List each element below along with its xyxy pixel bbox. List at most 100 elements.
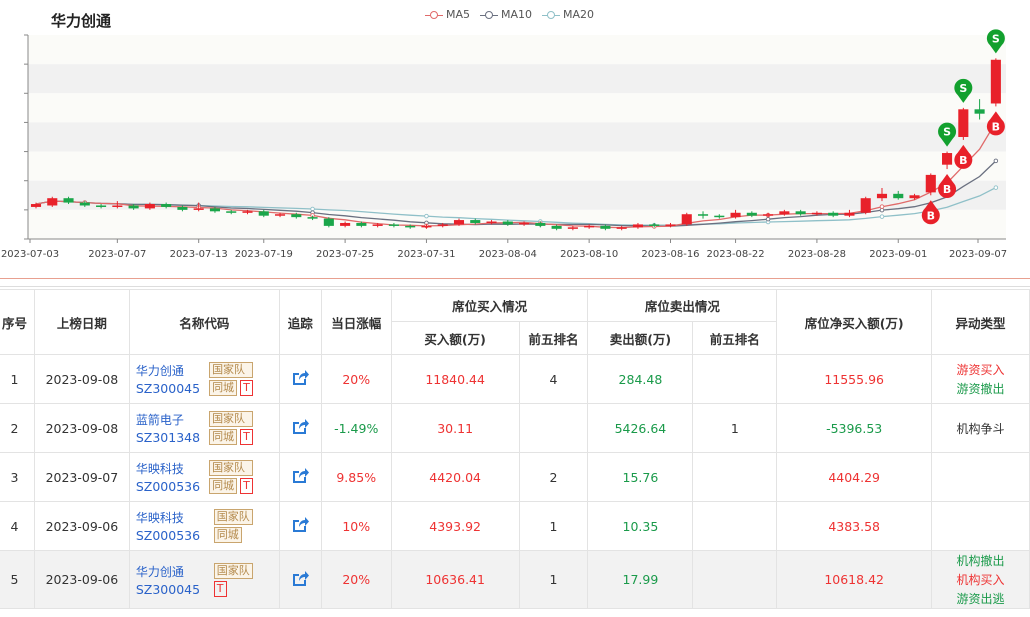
cell-track: [278, 550, 322, 609]
legend-ma5-icon: [425, 10, 443, 20]
section-divider-secondary: [0, 286, 1030, 287]
stock-code-link[interactable]: SZ300045: [136, 582, 200, 597]
candle-body: [47, 198, 58, 206]
legend-ma20[interactable]: MA20: [542, 8, 594, 21]
kline-chart: 2023-07-03 2023-07-07 2023-07-13 2023-07-19…: [0, 0, 1030, 270]
cell-change: 20%: [320, 550, 392, 609]
cell-net: 11555.96: [776, 354, 933, 404]
svg-text:B: B: [959, 154, 967, 167]
cell-net: 10618.42: [776, 550, 933, 609]
svg-text:B: B: [943, 183, 951, 196]
legend-ma10-label: MA10: [501, 8, 533, 21]
tag-line: 同城 T: [209, 429, 253, 445]
legend-ma5-label: MA5: [446, 8, 471, 21]
anomaly-types: 游资买入 游资撤出: [932, 361, 1029, 397]
candle-body: [421, 225, 432, 228]
candle-body: [909, 195, 920, 199]
header-sell-rank: 前五排名: [692, 321, 778, 355]
candle-body: [388, 224, 399, 226]
stock-code-link[interactable]: SZ000536: [136, 528, 200, 543]
share-track-icon[interactable]: [291, 570, 310, 590]
cell-name: 华映科技 SZ000536 国家队 同城 T: [128, 452, 280, 502]
cell-buy-amount: 4420.04: [390, 452, 520, 502]
cell-index: 5: [0, 550, 35, 609]
ma20-line-point: [993, 185, 999, 190]
candle-body: [128, 205, 139, 209]
candle-body: [551, 225, 562, 229]
tag-national-team: 国家队: [209, 362, 253, 378]
candle-body: [405, 225, 416, 228]
cell-net: -5396.53: [776, 403, 933, 453]
candle-body: [681, 214, 692, 225]
header-date[interactable]: 上榜日期: [33, 289, 130, 355]
candle-body: [144, 204, 155, 209]
candle-body: [372, 224, 383, 226]
header-sell-amount[interactable]: 卖出额(万): [587, 321, 694, 355]
cell-sell-amount: 17.99: [587, 550, 694, 609]
tag-t-badge: T: [240, 429, 253, 445]
share-track-icon[interactable]: [291, 418, 310, 438]
header-buy-amount[interactable]: 买入额(万): [390, 321, 520, 355]
share-track-icon[interactable]: [291, 369, 310, 389]
section-divider: [0, 278, 1030, 279]
name-code-wrap: 华映科技 SZ000536 国家队 同城 T: [136, 460, 279, 494]
plot-band: [28, 64, 1006, 94]
tag-t-badge: T: [240, 380, 253, 396]
candle-body: [193, 208, 204, 210]
table-row[interactable]: 5 2023-09-06 华力创通 SZ300045 国家队 T 20% 10636.41 1 1…: [0, 550, 1030, 609]
header-change[interactable]: 当日涨幅: [320, 289, 392, 355]
candle-body: [470, 220, 481, 223]
ma20-line-point: [310, 206, 315, 212]
legend-ma10[interactable]: MA10: [480, 8, 532, 21]
candle-body: [258, 211, 269, 216]
stock-code-link[interactable]: SZ301348: [136, 430, 200, 445]
stock-name-link[interactable]: 华映科技: [136, 460, 200, 477]
cell-index: 3: [0, 452, 35, 502]
name-code-wrap: 蓝箭电子 SZ301348 国家队 同城 T: [136, 411, 279, 445]
plot-band: [28, 122, 1006, 152]
stock-name-link[interactable]: 华力创通: [136, 362, 200, 379]
cell-buy-amount: 10636.41: [390, 550, 520, 609]
cell-name: 华力创通 SZ300045 国家队 T: [128, 550, 280, 609]
cell-track: [278, 501, 322, 551]
table-row[interactable]: 2 2023-09-08 蓝箭电子 SZ301348 国家队 同城 T -1.49% 30.11…: [0, 403, 1030, 453]
candle-body: [600, 225, 611, 229]
candle-body: [79, 202, 90, 206]
cell-sell-rank: 1: [692, 403, 778, 453]
stock-name-link[interactable]: 华力创通: [136, 563, 200, 580]
svg-text:S: S: [943, 126, 951, 139]
tag-national-team: 国家队: [213, 509, 253, 525]
stock-code-link[interactable]: SZ300045: [136, 381, 200, 396]
header-net[interactable]: 席位净买入额(万): [776, 289, 933, 355]
stock-code-link[interactable]: SZ000536: [136, 479, 200, 494]
candle-body: [519, 222, 530, 225]
table-row[interactable]: 1 2023-09-08 华力创通 SZ300045 国家队 同城 T 20% 11840.44…: [0, 354, 1030, 404]
table-row[interactable]: 3 2023-09-07 华映科技 SZ000536 国家队 同城 T 9.85% 4420.0…: [0, 452, 1030, 502]
legend-ma10-icon: [480, 10, 499, 20]
candle-body: [763, 214, 774, 216]
candle-body: [453, 220, 465, 225]
svg-text:S: S: [992, 32, 1000, 45]
x-tick-label: 2023-08-04: [479, 249, 537, 260]
tag-same-city: 同城: [209, 380, 238, 396]
candle-body: [502, 221, 513, 225]
cell-sell-rank: [692, 452, 778, 502]
candle-body: [274, 214, 286, 216]
cell-index: 4: [0, 501, 35, 551]
header-buy-group: 席位买入情况: [390, 289, 589, 322]
stock-name-link[interactable]: 华映科技: [136, 509, 200, 526]
table-row[interactable]: 4 2023-09-06 华映科技 SZ000536 国家队 同城 10% 4393.92 1 1…: [0, 501, 1030, 551]
candle-body: [567, 227, 578, 229]
cell-index: 2: [0, 403, 35, 453]
candle-body: [697, 214, 709, 216]
share-track-icon[interactable]: [291, 516, 310, 536]
cell-buy-amount: 4393.92: [390, 501, 520, 551]
stock-name-link[interactable]: 蓝箭电子: [136, 411, 200, 428]
tag-same-city: 同城: [209, 429, 238, 445]
stock-tags: 国家队 同城: [213, 509, 253, 543]
anomaly-type: 游资撤出: [956, 382, 1005, 396]
header-buy-rank: 前五排名: [518, 321, 589, 355]
legend-ma5[interactable]: MA5: [425, 8, 470, 21]
candle-body: [161, 204, 172, 207]
share-track-icon[interactable]: [291, 467, 310, 487]
